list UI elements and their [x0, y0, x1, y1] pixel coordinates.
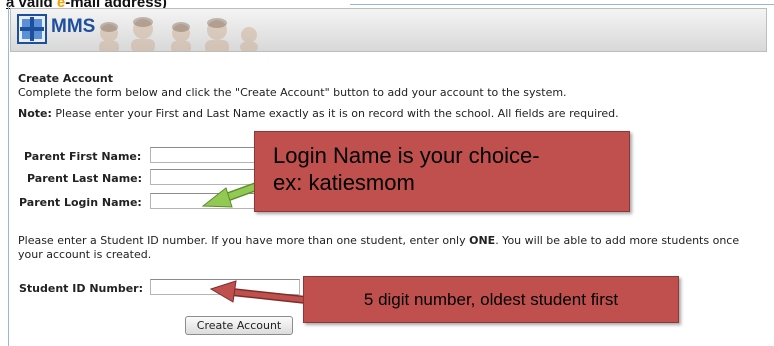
student-instructions-start: Please enter a Student ID number. If you…: [18, 234, 470, 247]
student-instructions: Please enter a Student ID number. If you…: [18, 234, 758, 262]
note-label: Note:: [18, 107, 52, 120]
header-banner: MMS: [10, 8, 767, 52]
login-callout-line2: ex: katiesmom: [273, 170, 415, 195]
student-id-field[interactable]: [150, 279, 300, 295]
first-name-field[interactable]: [150, 147, 260, 163]
banner-photo-people: [99, 17, 258, 51]
student-id-label: Student ID Number:: [19, 282, 143, 295]
last-name-label: Parent Last Name:: [27, 172, 143, 185]
note-body: Please enter your First and Last Name ex…: [51, 107, 619, 120]
login-name-label: Parent Login Name:: [19, 196, 142, 209]
student-instructions-emphasis: ONE: [469, 234, 496, 247]
note-text: Note: Please enter your First and Last N…: [18, 107, 758, 121]
page-frame-top: [350, 4, 774, 5]
logo-text: MMS: [51, 16, 96, 37]
create-account-button[interactable]: Create Account: [185, 316, 293, 335]
login-name-callout: Login Name is your choice- ex: katiesmom: [254, 131, 630, 212]
mms-logo-icon: [17, 14, 47, 44]
first-name-label: Parent First Name:: [24, 150, 142, 163]
form-instructions: Create Account Complete the form below a…: [18, 72, 758, 121]
student-id-callout: 5 digit number, oldest student first: [303, 276, 679, 323]
student-instructions-text: Please enter a Student ID number. If you…: [18, 234, 758, 262]
section-title: Create Account: [18, 72, 113, 85]
login-name-field[interactable]: [150, 193, 260, 209]
page-frame-left: [8, 4, 9, 346]
student-id-callout-text: 5 digit number, oldest student first: [363, 289, 619, 309]
login-callout-line1: Login Name is your choice-: [273, 143, 540, 168]
intro-description: Complete the form below and click the "C…: [18, 86, 567, 99]
last-name-field[interactable]: [150, 169, 260, 185]
